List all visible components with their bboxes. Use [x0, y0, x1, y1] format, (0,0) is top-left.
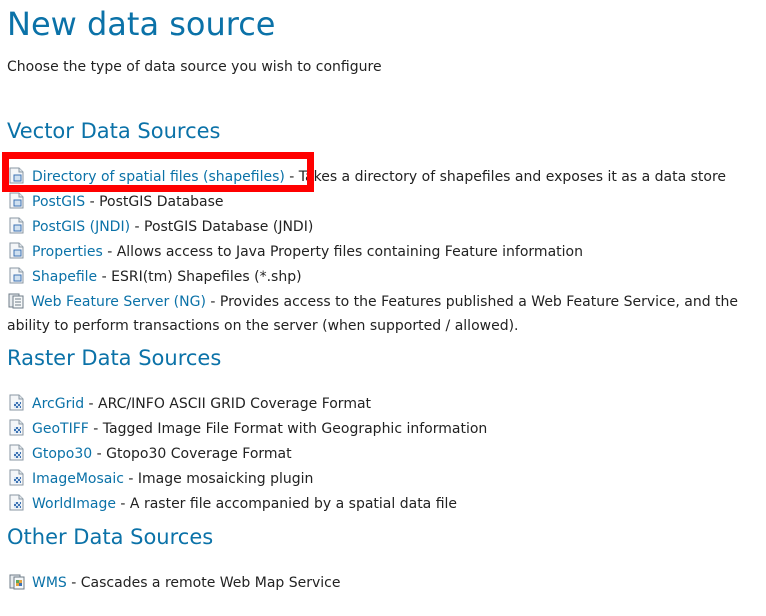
section-heading-other: Other Data Sources — [7, 525, 214, 549]
postgis-jndi-description: - PostGIS Database (JNDI) — [130, 219, 314, 235]
imagemosaic-link[interactable]: ImageMosaic — [32, 471, 124, 487]
worldimage-link[interactable]: WorldImage — [32, 496, 116, 512]
page-subtitle: Choose the type of data source you wish … — [7, 59, 382, 75]
shapefile-description: - ESRI(tm) Shapefiles (*.shp) — [97, 269, 302, 285]
shapefile-link[interactable]: Shapefile — [32, 269, 97, 285]
wms-link[interactable]: WMS — [32, 575, 67, 591]
list-item-web-feature-server: Web Feature Server (NG) - Provides acces… — [7, 290, 766, 338]
directory-shapefiles-description: - Takes a directory of shapefiles and ex… — [284, 169, 727, 185]
vector-file-icon — [8, 192, 26, 209]
postgis-description: - PostGIS Database — [85, 194, 224, 210]
section-heading-raster: Raster Data Sources — [7, 346, 222, 370]
list-item-postgis-jndi: PostGIS (JNDI) - PostGIS Database (JNDI) — [8, 215, 766, 240]
list-item-geotiff: GeoTIFF - Tagged Image File Format with … — [8, 417, 766, 442]
postgis-link[interactable]: PostGIS — [32, 194, 85, 210]
raster-file-icon — [8, 494, 26, 511]
server-icon — [7, 292, 25, 309]
page-title: New data source — [7, 5, 276, 43]
directory-shapefiles-link[interactable]: Directory of spatial files (shapefiles) — [32, 169, 285, 185]
wms-description: - Cascades a remote Web Map Service — [66, 575, 341, 591]
properties-link[interactable]: Properties — [32, 244, 103, 260]
web-feature-server-link[interactable]: Web Feature Server (NG) — [31, 294, 206, 310]
geotiff-link[interactable]: GeoTIFF — [32, 421, 89, 437]
list-item-arcgrid: ArcGrid - ARC/INFO ASCII GRID Coverage F… — [8, 392, 766, 417]
postgis-jndi-link[interactable]: PostGIS (JNDI) — [32, 219, 130, 235]
arcgrid-description: - ARC/INFO ASCII GRID Coverage Format — [84, 396, 372, 412]
vector-file-icon — [8, 267, 26, 284]
raster-file-icon — [8, 469, 26, 486]
list-item-imagemosaic: ImageMosaic - Image mosaicking plugin — [8, 467, 766, 492]
vector-file-icon — [8, 242, 26, 259]
gtopo30-link[interactable]: Gtopo30 — [32, 446, 92, 462]
properties-description: - Allows access to Java Property files c… — [102, 244, 583, 260]
list-item-worldimage: WorldImage - A raster file accompanied b… — [8, 492, 766, 517]
raster-file-icon — [8, 394, 26, 411]
vector-file-icon — [8, 167, 26, 184]
wms-server-icon — [8, 573, 26, 590]
list-item-properties: Properties - Allows access to Java Prope… — [8, 240, 766, 265]
section-heading-vector: Vector Data Sources — [7, 119, 221, 143]
raster-file-icon — [8, 419, 26, 436]
gtopo30-description: - Gtopo30 Coverage Format — [92, 446, 292, 462]
arcgrid-link[interactable]: ArcGrid — [32, 396, 84, 412]
list-item-gtopo30: Gtopo30 - Gtopo30 Coverage Format — [8, 442, 766, 467]
raster-file-icon — [8, 444, 26, 461]
geotiff-description: - Tagged Image File Format with Geograph… — [88, 421, 488, 437]
list-item-postgis: PostGIS - PostGIS Database — [8, 190, 766, 215]
list-item-wms: WMS - Cascades a remote Web Map Service — [8, 571, 766, 596]
list-item-directory-shapefiles: Directory of spatial files (shapefiles) … — [8, 165, 766, 190]
vector-file-icon — [8, 217, 26, 234]
imagemosaic-description: - Image mosaicking plugin — [123, 471, 314, 487]
worldimage-description: - A raster file accompanied by a spatial… — [115, 496, 458, 512]
list-item-shapefile: Shapefile - ESRI(tm) Shapefiles (*.shp) — [8, 265, 766, 290]
